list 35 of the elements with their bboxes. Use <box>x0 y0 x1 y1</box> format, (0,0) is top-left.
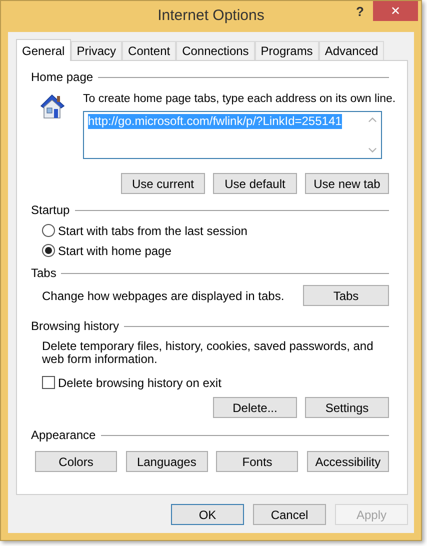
home-page-button[interactable]: Use new tab <box>305 173 389 194</box>
tab[interactable]: Connections <box>176 41 255 60</box>
appearance-button[interactable]: Colors <box>35 451 117 472</box>
close-button[interactable]: ✕ <box>373 1 418 21</box>
window-title: Internet Options <box>158 7 264 24</box>
section-heading: Startup <box>31 203 70 217</box>
dialog-button[interactable]: OK <box>171 504 244 525</box>
dialog-button[interactable]: Cancel <box>253 504 326 525</box>
tab[interactable]: General <box>16 39 71 61</box>
home-page-button[interactable]: Use current <box>121 173 205 194</box>
section-heading: Browsing history <box>31 319 120 333</box>
history-button[interactable]: Delete... <box>213 397 297 418</box>
help-button[interactable]: ? <box>352 2 368 21</box>
section-heading: Appearance <box>31 428 96 442</box>
appearance-button[interactable]: Languages <box>126 451 208 472</box>
radio-button[interactable] <box>42 244 55 257</box>
tab[interactable]: Programs <box>254 41 319 60</box>
tabs-button[interactable]: Tabs <box>303 285 389 306</box>
description-text: Change how webpages are displayed in tabs. <box>42 288 284 302</box>
radio-label[interactable]: Start with home page <box>58 244 172 258</box>
tab[interactable]: Privacy <box>70 41 122 60</box>
checkbox[interactable] <box>42 376 55 389</box>
checkbox-label[interactable]: Delete browsing history on exit <box>58 376 222 390</box>
tab[interactable]: Advanced <box>318 41 384 60</box>
description-text: Delete temporary files, history, cookies, saved passwords, and web form information. <box>41 340 374 366</box>
tab[interactable]: Content <box>122 41 176 60</box>
instruction-text: To create home page tabs, type each address on its own line. <box>83 92 396 107</box>
appearance-button[interactable]: Fonts <box>216 451 298 472</box>
history-button[interactable]: Settings <box>305 397 389 418</box>
section-heading: Tabs <box>31 266 56 280</box>
section-heading: Home page <box>31 70 94 84</box>
home-page-button[interactable]: Use default <box>213 173 297 194</box>
appearance-button[interactable]: Accessibility <box>306 451 389 472</box>
radio-label[interactable]: Start with tabs from the last session <box>58 224 248 238</box>
radio-button[interactable] <box>42 224 55 237</box>
